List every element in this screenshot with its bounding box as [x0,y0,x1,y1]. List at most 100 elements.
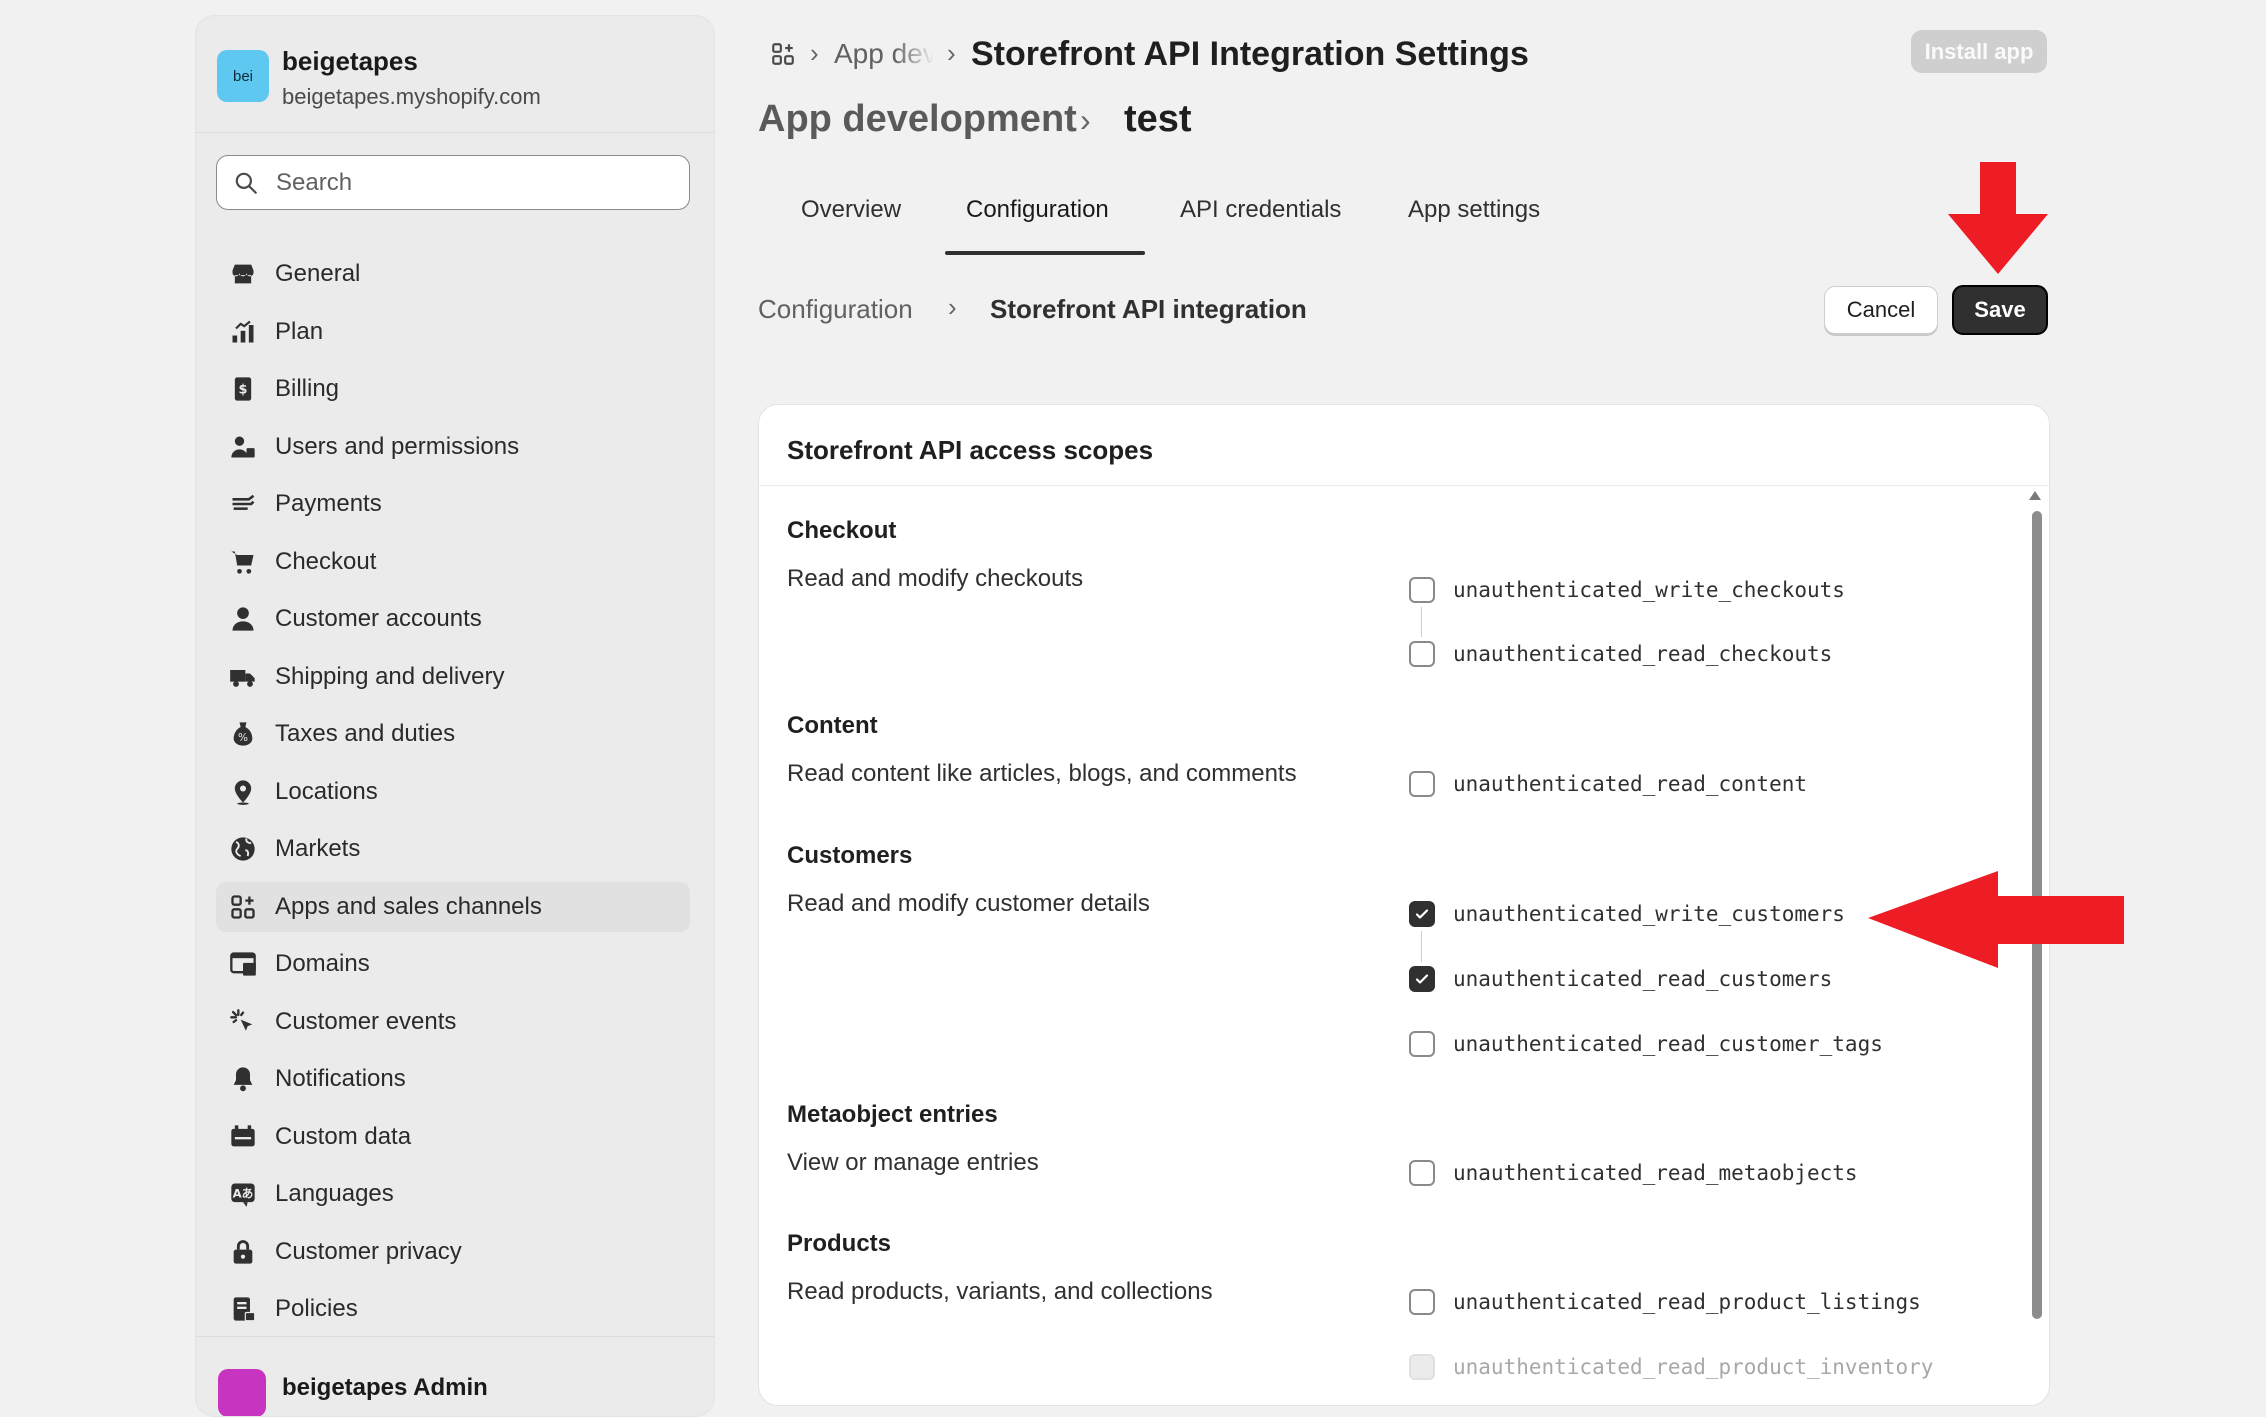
sidebar-item-billing[interactable]: $ Billing [216,364,690,414]
scope-group-description: Read products, variants, and collections [787,1278,1213,1305]
down-arrow-annotation-icon [1948,162,2048,274]
card-divider [759,485,2049,486]
sidebar-item-customer-privacy[interactable]: Customer privacy [216,1227,690,1277]
custom-data-icon [228,1122,258,1152]
policies-icon [228,1294,258,1324]
scope-label: unauthenticated_read_metaobjects [1453,1161,1858,1185]
chevron-right-icon: › [948,292,957,322]
search-input[interactable] [274,164,678,202]
sidebar-item-label: Customer privacy [275,1237,462,1265]
sidebar-item-locations[interactable]: Locations [216,767,690,817]
checkbox[interactable] [1409,1031,1435,1057]
sidebar-item-label: Payments [275,490,382,517]
sidebar-item-domains[interactable]: Domains [216,939,690,989]
scope-group-description: Read and modify checkouts [787,565,1084,592]
scope-connector-line [1421,607,1422,637]
checkbox[interactable] [1409,577,1435,603]
sidebar-divider [196,132,714,133]
sidebar-item-payments[interactable]: Payments [216,479,690,529]
sidebar-item-checkout[interactable]: Checkout [216,537,690,587]
install-app-button[interactable]: Install app [1911,30,2047,73]
checkbox[interactable] [1409,771,1435,797]
search-box[interactable] [216,155,690,210]
sidebar-item-taxes-and-duties[interactable]: % Taxes and duties [216,709,690,759]
scope-label: unauthenticated_read_product_inventory [1453,1355,1934,1379]
sidebar-item-custom-data[interactable]: Custom data [216,1112,690,1162]
apps-icon[interactable] [770,41,796,67]
lock-icon [228,1237,258,1267]
sidebar-item-apps-and-sales-channels[interactable]: Apps and sales channels [216,881,690,932]
sidebar-item-markets[interactable]: Markets [216,824,690,874]
breadcrumb-app-dev[interactable]: App dev [834,38,934,70]
scope-group-description: View or manage entries [787,1149,1039,1176]
scope-unauthenticated-read-metaobjects[interactable]: unauthenticated_read_metaobjects [1409,1158,1858,1188]
apps-icon [228,892,258,922]
scope-unauthenticated-read-product-listings[interactable]: unauthenticated_read_product_listings [1409,1287,1921,1317]
sidebar-item-general[interactable]: General [216,249,690,299]
sidebar-item-label: Markets [275,835,361,862]
person-icon [228,604,258,634]
card-title: Storefront API access scopes [787,435,1154,465]
scope-label: unauthenticated_read_content [1453,772,1808,796]
sidebar-item-policies[interactable]: Policies [216,1284,690,1334]
save-button[interactable]: Save [1952,285,2048,335]
checkbox-checked[interactable] [1409,901,1435,927]
scope-unauthenticated-read-content[interactable]: unauthenticated_read_content [1409,769,1807,799]
checkbox-checked[interactable] [1409,966,1435,992]
checkbox[interactable] [1409,641,1435,667]
svg-text:$: $ [239,383,248,398]
scope-group-description: Read content like articles, blogs, and c… [787,760,1297,787]
scope-unauthenticated-read-checkouts[interactable]: unauthenticated_read_checkouts [1409,639,1832,669]
tab-app-settings[interactable]: App settings [1408,196,1540,224]
tab-api-credentials[interactable]: API credentials [1180,196,1341,224]
sidebar-item-label: General [275,260,361,287]
sidebar-item-label: Locations [275,777,378,805]
svg-text:Aあ: Aあ [233,1187,254,1201]
scope-label: unauthenticated_read_product_listings [1453,1290,1921,1314]
sidebar-item-languages[interactable]: Aあ Languages [216,1169,690,1219]
cancel-button[interactable]: Cancel [1824,286,1938,334]
scope-unauthenticated-read-customers[interactable]: unauthenticated_read_customers [1409,964,1832,994]
scope-group-description: Read and modify customer details [787,890,1150,917]
scope-unauthenticated-write-customers[interactable]: unauthenticated_write_customers [1409,899,1845,929]
svg-text:%: % [238,732,248,744]
users-icon [228,432,258,462]
sidebar-item-customer-accounts[interactable]: Customer accounts [216,594,690,644]
checkbox[interactable] [1409,1289,1435,1315]
tab-overview[interactable]: Overview [801,196,901,224]
sidebar-item-label: Apps and sales channels [275,892,542,920]
page-title-app-name: test [1124,98,1192,140]
scroll-up-arrow-icon[interactable] [2029,491,2041,500]
sidebar-item-label: Taxes and duties [275,720,456,747]
sidebar-item-shipping-and-delivery[interactable]: Shipping and delivery [216,652,690,702]
sidebar-item-plan[interactable]: Plan [216,307,690,357]
sidebar-item-label: Shipping and delivery [275,662,505,690]
store-icon [228,259,258,289]
page-title-app-development[interactable]: App development [758,98,1077,141]
scope-group-title: Content [787,712,878,739]
active-tab-indicator [945,251,1145,255]
checkbox[interactable] [1409,1160,1435,1186]
sidebar-item-label: Notifications [275,1065,406,1092]
sidebar-item-customer-events[interactable]: Customer events [216,997,690,1047]
scope-group-title: Products [787,1230,892,1257]
bell-icon [228,1064,258,1094]
scope-group-title: Checkout [787,517,897,544]
sidebar-item-notifications[interactable]: Notifications [216,1054,690,1104]
sidebar-item-label: Policies [275,1295,358,1322]
domains-icon [228,949,258,979]
admin-name[interactable]: beigetapes Admin [282,1374,488,1402]
scope-unauthenticated-read-customer-tags[interactable]: unauthenticated_read_customer_tags [1409,1029,1883,1059]
scope-label: unauthenticated_read_customers [1453,967,1833,991]
chevron-right-icon: › [1080,102,1091,138]
scope-label: unauthenticated_read_customer_tags [1453,1032,1883,1056]
scope-unauthenticated-write-checkouts[interactable]: unauthenticated_write_checkouts [1409,575,1845,605]
checkbox [1409,1354,1435,1380]
subheader-configuration-link[interactable]: Configuration [758,294,913,325]
search-icon [235,172,257,194]
store-avatar[interactable]: bei [217,50,269,102]
sidebar-item-users-and-permissions[interactable]: Users and permissions [216,422,690,472]
store-domain: beigetapes.myshopify.com [282,84,541,109]
admin-avatar[interactable] [218,1369,266,1416]
tab-configuration[interactable]: Configuration [966,196,1109,224]
